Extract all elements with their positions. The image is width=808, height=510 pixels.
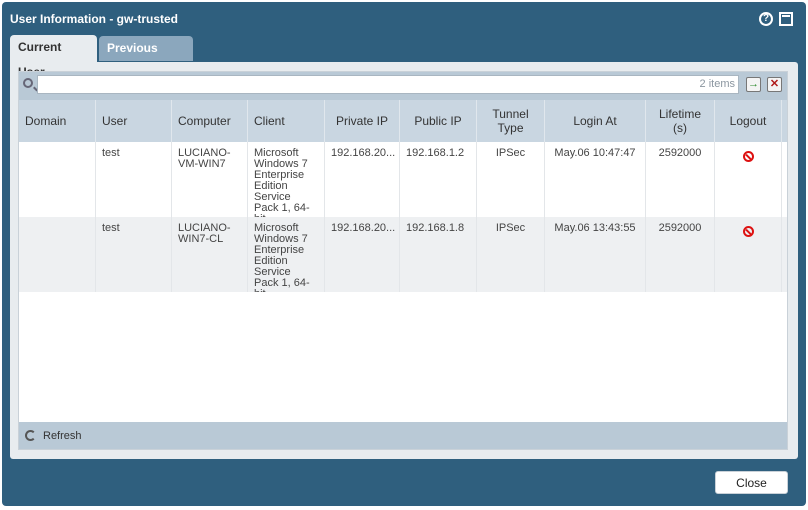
maximize-icon[interactable] (779, 12, 793, 26)
refresh-button[interactable]: Refresh (43, 430, 82, 442)
table-row[interactable]: test LUCIANO-VM-WIN7 Microsoft Windows 7… (19, 142, 787, 217)
cell-user: test (96, 217, 172, 292)
column-header-computer[interactable]: Computer (172, 100, 248, 142)
search-icon (23, 78, 33, 88)
column-header-public-ip[interactable]: Public IP (400, 100, 477, 142)
cell-client: Microsoft Windows 7 Enterprise Edition S… (248, 142, 325, 217)
tab-previous-user[interactable]: Previous User (99, 36, 193, 80)
cell-computer: LUCIANO-WIN7-CL (172, 217, 248, 292)
column-header-login-at[interactable]: Login At (545, 100, 646, 142)
cell-logout (715, 217, 782, 292)
logout-icon[interactable] (742, 226, 754, 237)
column-header-logout[interactable]: Logout (715, 100, 782, 142)
cell-domain (19, 142, 96, 217)
search-bar: 2 items → ✕ (19, 72, 787, 100)
cell-login-at: May.06 13:43:55 (545, 217, 646, 292)
dialog-title: User Information - gw-trusted (10, 12, 179, 26)
cell-tunnel-type: IPSec (477, 217, 545, 292)
cell-private-ip: 192.168.20... (325, 217, 400, 292)
clear-filter-icon[interactable]: ✕ (767, 77, 782, 92)
tab-current-user[interactable]: Current User (10, 35, 97, 79)
close-button[interactable]: Close (715, 471, 788, 494)
cell-tunnel-type: IPSec (477, 142, 545, 217)
grid-footer: Refresh (19, 422, 787, 449)
column-header-client[interactable]: Client (248, 100, 325, 142)
refresh-icon[interactable] (25, 430, 36, 441)
cell-public-ip: 192.168.1.8 (400, 217, 477, 292)
cell-login-at: May.06 10:47:47 (545, 142, 646, 217)
column-header-domain[interactable]: Domain (19, 100, 96, 142)
column-header-lifetime[interactable]: Lifetime (s) (646, 100, 715, 142)
cell-logout (715, 142, 782, 217)
cell-client: Microsoft Windows 7 Enterprise Edition S… (248, 217, 325, 292)
cell-private-ip: 192.168.20... (325, 142, 400, 217)
help-icon[interactable]: ? (759, 12, 773, 26)
table-row[interactable]: test LUCIANO-WIN7-CL Microsoft Windows 7… (19, 217, 787, 292)
user-grid: 2 items → ✕ Domain User Computer Client … (18, 71, 788, 450)
table-header: Domain User Computer Client Private IP P… (19, 100, 787, 142)
logout-icon[interactable] (742, 151, 754, 162)
column-header-private-ip[interactable]: Private IP (325, 100, 400, 142)
column-header-tunnel-type[interactable]: Tunnel Type (477, 100, 545, 142)
cell-domain (19, 217, 96, 292)
apply-filter-icon[interactable]: → (746, 77, 761, 92)
cell-user: test (96, 142, 172, 217)
column-header-user[interactable]: User (96, 100, 172, 142)
search-input[interactable] (37, 75, 739, 94)
cell-lifetime: 2592000 (646, 142, 715, 217)
item-count: 2 items (699, 78, 735, 90)
cell-lifetime: 2592000 (646, 217, 715, 292)
cell-computer: LUCIANO-VM-WIN7 (172, 142, 248, 217)
cell-public-ip: 192.168.1.2 (400, 142, 477, 217)
